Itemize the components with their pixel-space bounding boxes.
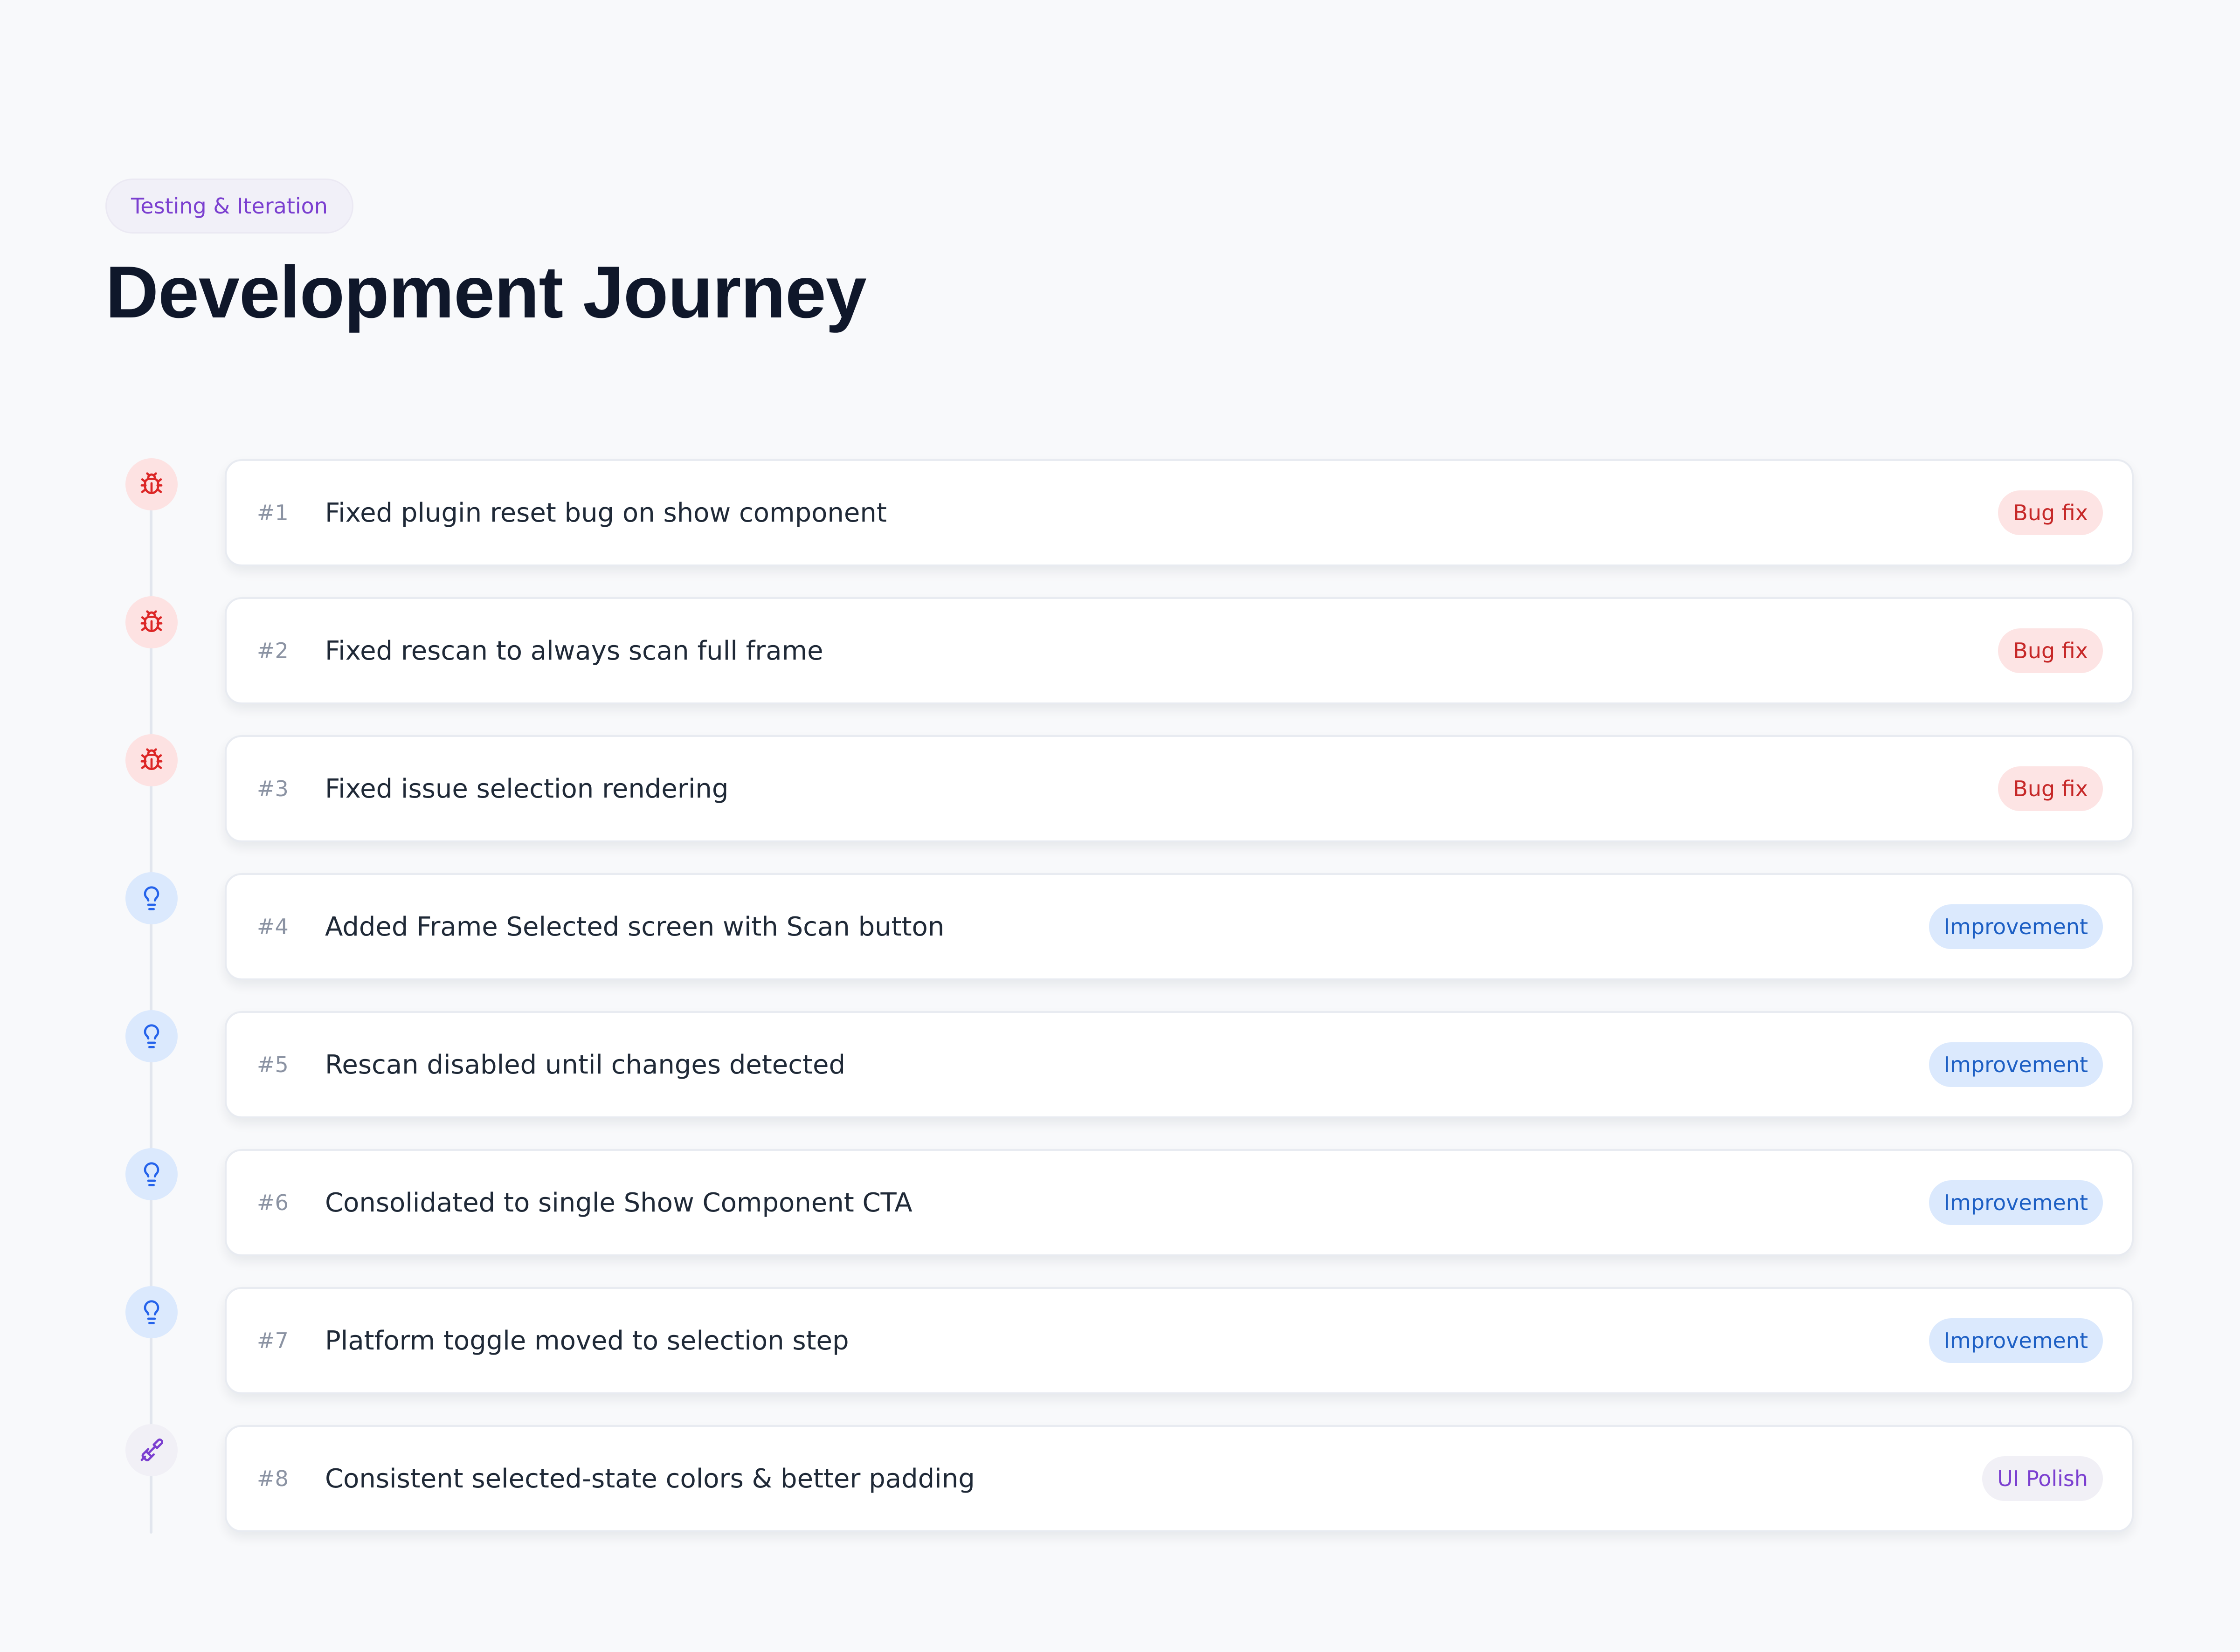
timeline-node xyxy=(125,1148,178,1200)
category-badge: Improvement xyxy=(1929,1180,2103,1225)
item-number: #7 xyxy=(257,1328,289,1353)
category-badge: Bug fix xyxy=(1998,490,2103,535)
timeline-item-card[interactable]: #5 Rescan disabled until changes detected… xyxy=(225,1011,2134,1118)
category-badge: Bug fix xyxy=(1998,628,2103,673)
timeline-node xyxy=(125,458,178,510)
item-number: #8 xyxy=(257,1466,289,1491)
item-description: Consolidated to single Show Component CT… xyxy=(325,1187,913,1218)
item-description: Platform toggle moved to selection step xyxy=(325,1325,849,1356)
item-number: #3 xyxy=(257,776,289,801)
category-badge: UI Polish xyxy=(1982,1456,2103,1501)
timeline-node xyxy=(125,734,178,786)
lightbulb-icon xyxy=(138,1023,165,1049)
item-number: #2 xyxy=(257,638,289,663)
category-badge: Improvement xyxy=(1929,904,2103,949)
timeline-item-card[interactable]: #3 Fixed issue selection rendering Bug fix xyxy=(225,735,2134,842)
timeline-node xyxy=(125,596,178,648)
lightbulb-icon xyxy=(138,1161,165,1187)
bug-icon xyxy=(138,609,165,635)
item-description: Fixed issue selection rendering xyxy=(325,773,729,804)
item-description: Fixed rescan to always scan full frame xyxy=(325,635,823,666)
item-number: #1 xyxy=(257,500,289,525)
item-number: #6 xyxy=(257,1190,289,1215)
timeline-item-card[interactable]: #2 Fixed rescan to always scan full frame… xyxy=(225,597,2134,704)
item-description: Rescan disabled until changes detected xyxy=(325,1049,846,1080)
timeline-node xyxy=(125,872,178,924)
item-number: #5 xyxy=(257,1052,289,1077)
timeline-item-card[interactable]: #7 Platform toggle moved to selection ste… xyxy=(225,1287,2134,1394)
timeline-item-card[interactable]: #1 Fixed plugin reset bug on show compone… xyxy=(225,459,2134,566)
lightbulb-icon xyxy=(138,1299,165,1325)
item-description: Consistent selected-state colors & bette… xyxy=(325,1463,975,1494)
category-badge: Bug fix xyxy=(1998,766,2103,811)
category-badge: Improvement xyxy=(1929,1318,2103,1363)
item-description: Added Frame Selected screen with Scan bu… xyxy=(325,911,945,942)
timeline-node xyxy=(125,1010,178,1062)
timeline-node xyxy=(125,1286,178,1338)
item-number: #4 xyxy=(257,914,289,939)
bug-icon xyxy=(138,747,165,773)
item-description: Fixed plugin reset bug on show component xyxy=(325,497,887,528)
lightbulb-icon xyxy=(138,885,165,911)
bug-icon xyxy=(138,471,165,497)
paintbrush-icon xyxy=(138,1437,165,1463)
development-timeline: #1 Fixed plugin reset bug on show compone… xyxy=(0,0,2240,1652)
timeline-item-card[interactable]: #6 Consolidated to single Show Component … xyxy=(225,1149,2134,1256)
timeline-node xyxy=(125,1424,178,1476)
timeline-item-card[interactable]: #8 Consistent selected-state colors & bet… xyxy=(225,1425,2134,1532)
timeline-item-card[interactable]: #4 Added Frame Selected screen with Scan … xyxy=(225,873,2134,980)
category-badge: Improvement xyxy=(1929,1042,2103,1087)
